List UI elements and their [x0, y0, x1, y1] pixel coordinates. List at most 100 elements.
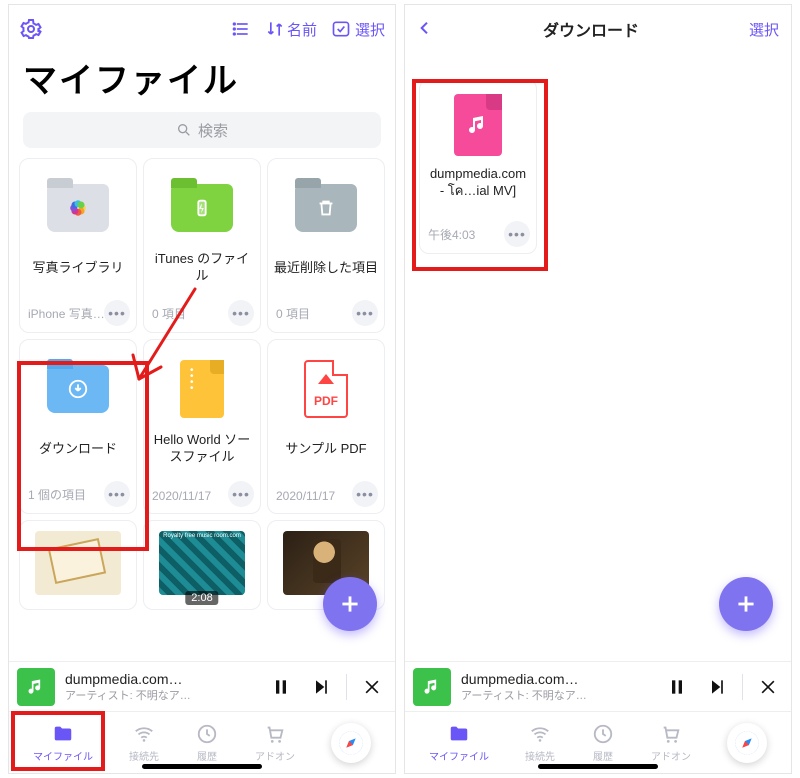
cart-icon	[659, 722, 683, 746]
history-icon	[195, 722, 219, 746]
folder-icon	[47, 184, 109, 232]
home-indicator	[538, 764, 658, 769]
card-thumbnail[interactable]	[19, 520, 137, 610]
tab-myfiles[interactable]: マイファイル	[429, 722, 489, 763]
thumbnail-image: Royalty free music room.com	[159, 531, 245, 595]
card-title: 最近削除した項目	[268, 251, 384, 285]
card-title: ダウンロード	[33, 432, 123, 466]
tab-connect[interactable]: 接続先	[129, 722, 159, 763]
track-title: dumpmedia.com…	[65, 671, 256, 687]
more-icon[interactable]: •••	[352, 300, 378, 326]
add-button[interactable]	[323, 577, 377, 631]
select-label: 選択	[355, 19, 385, 40]
card-title: 写真ライブラリ	[26, 251, 129, 285]
folder-icon	[295, 184, 357, 232]
tab-history[interactable]: 履歴	[591, 722, 615, 763]
close-button[interactable]	[357, 672, 387, 702]
card-hello-world-zip[interactable]: •••• Hello World ソースファイル 2020/11/17 •••	[143, 339, 261, 514]
now-playing-text[interactable]: dumpmedia.com… アーティスト: 不明なア…	[65, 671, 256, 703]
file-name: dumpmedia.com - โค…ial MV]	[420, 166, 536, 200]
track-title: dumpmedia.com…	[461, 671, 652, 687]
tab-browser[interactable]	[331, 723, 371, 763]
track-artist: アーティスト: 不明なア…	[65, 687, 256, 703]
card-title: Hello World ソースファイル	[144, 432, 260, 466]
phone-right-screen: ダウンロード 選択 dumpmedia.com - โค…ial MV] 午後4…	[404, 4, 792, 774]
now-playing-bar: dumpmedia.com… アーティスト: 不明なア…	[9, 661, 395, 711]
thumbnail-image	[35, 531, 121, 595]
download-icon	[47, 365, 109, 413]
card-recently-deleted[interactable]: 最近削除した項目 0 項目 •••	[267, 158, 385, 333]
history-icon	[591, 722, 615, 746]
search-placeholder: 検索	[198, 120, 228, 141]
more-icon[interactable]: •••	[104, 300, 130, 326]
compass-icon	[337, 729, 365, 757]
sort-label: 名前	[287, 19, 317, 40]
card-thumbnail[interactable]: Royalty free music room.com 2:08	[143, 520, 261, 610]
wifi-icon	[132, 722, 156, 746]
card-sub: 2020/11/17	[276, 489, 335, 503]
home-indicator	[142, 764, 262, 769]
next-button[interactable]	[306, 672, 336, 702]
battery-icon	[171, 184, 233, 232]
card-sub: 0 項目	[152, 305, 186, 322]
settings-icon[interactable]	[19, 17, 43, 41]
select-button[interactable]: 選択	[749, 19, 779, 40]
cart-icon	[263, 722, 287, 746]
card-sample-pdf[interactable]: PDF サンプル PDF 2020/11/17 •••	[267, 339, 385, 514]
compass-icon	[733, 729, 761, 757]
right-topbar: ダウンロード 選択	[405, 5, 791, 53]
search-icon	[176, 122, 192, 138]
card-sub: 2020/11/17	[152, 489, 211, 503]
wifi-icon	[528, 722, 552, 746]
folder-icon	[171, 184, 233, 232]
tab-history[interactable]: 履歴	[195, 722, 219, 763]
pause-button[interactable]	[662, 672, 692, 702]
zip-file-icon: ••••	[180, 360, 224, 418]
tab-addon[interactable]: アドオン	[651, 722, 691, 763]
card-sub: 0 項目	[276, 305, 310, 322]
more-icon[interactable]: •••	[228, 481, 254, 507]
close-button[interactable]	[753, 672, 783, 702]
pause-button[interactable]	[266, 672, 296, 702]
duration-badge: 2:08	[185, 591, 218, 605]
now-playing-text[interactable]: dumpmedia.com… アーティスト: 不明なア…	[461, 671, 652, 703]
music-icon[interactable]	[413, 668, 451, 706]
track-artist: アーティスト: 不明なア…	[461, 687, 652, 703]
file-time: 午後4:03	[428, 226, 475, 243]
next-button[interactable]	[702, 672, 732, 702]
trash-icon	[295, 184, 357, 232]
select-button[interactable]: 選択	[331, 19, 385, 40]
sort-button[interactable]: 名前	[265, 19, 317, 40]
photos-icon	[47, 184, 109, 232]
now-playing-bar: dumpmedia.com… アーティスト: 不明なア…	[405, 661, 791, 711]
phone-left-screen: 名前 選択 マイファイル 検索	[8, 4, 396, 774]
left-topbar: 名前 選択	[9, 5, 395, 53]
folder-icon	[47, 365, 109, 413]
tab-browser[interactable]	[727, 723, 767, 763]
audio-file-icon	[454, 94, 502, 156]
pdf-file-icon: PDF	[304, 360, 348, 418]
card-itunes-files[interactable]: iTunes のファイル 0 項目 •••	[143, 158, 261, 333]
more-icon[interactable]: •••	[504, 221, 530, 247]
tab-connect[interactable]: 接続先	[525, 722, 555, 763]
more-icon[interactable]: •••	[104, 481, 130, 507]
folder-icon	[447, 722, 471, 746]
tab-addon[interactable]: アドオン	[255, 722, 295, 763]
more-icon[interactable]: •••	[352, 481, 378, 507]
music-icon[interactable]	[17, 668, 55, 706]
card-downloads[interactable]: ダウンロード 1 個の項目 •••	[19, 339, 137, 514]
search-input[interactable]: 検索	[23, 112, 381, 148]
card-sub: 1 個の項目	[28, 486, 86, 503]
more-icon[interactable]: •••	[228, 300, 254, 326]
back-button[interactable]	[417, 16, 433, 42]
page-title: ダウンロード	[543, 17, 639, 41]
file-card-audio[interactable]: dumpmedia.com - โค…ial MV] 午後4:03 •••	[419, 79, 537, 254]
card-photos-library[interactable]: 写真ライブラリ iPhone 写真ラ… •••	[19, 158, 137, 333]
card-title: iTunes のファイル	[144, 251, 260, 285]
list-view-icon[interactable]	[231, 19, 251, 39]
tab-myfiles[interactable]: マイファイル	[33, 722, 93, 763]
tab-bar: マイファイル 接続先 履歴 アドオン	[9, 711, 395, 773]
folder-icon	[51, 722, 75, 746]
page-title: マイファイル	[9, 53, 395, 112]
add-button[interactable]	[719, 577, 773, 631]
